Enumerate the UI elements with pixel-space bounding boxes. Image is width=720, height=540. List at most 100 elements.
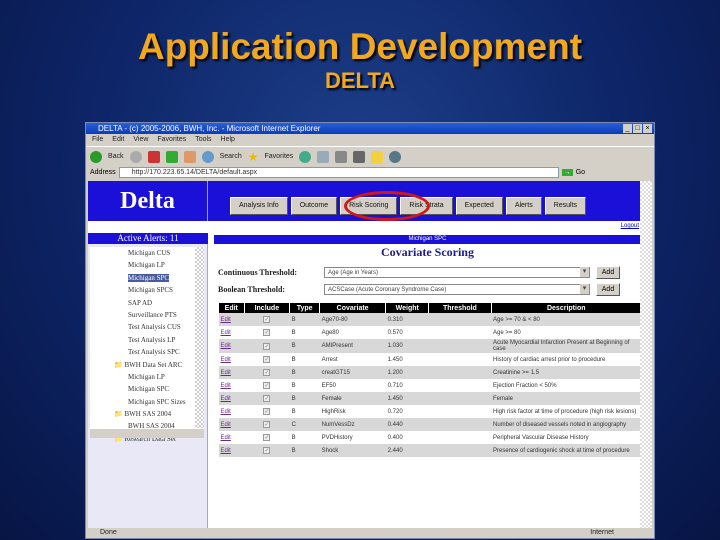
logout-link[interactable]: Logout bbox=[621, 223, 639, 229]
include-checkbox[interactable]: ✓ bbox=[263, 356, 271, 363]
tree-item[interactable]: Michigan SPC bbox=[90, 383, 204, 395]
edit-link[interactable]: Edit bbox=[219, 353, 245, 366]
address-input[interactable]: http://170.223.65.14/DELTA/default.aspx bbox=[118, 167, 559, 178]
maximize-button[interactable]: □ bbox=[633, 124, 642, 133]
tree-item[interactable]: Michigan LP bbox=[90, 371, 204, 383]
tree-horizontal-scrollbar[interactable] bbox=[90, 429, 204, 438]
weight-cell: 1.030 bbox=[385, 339, 429, 353]
add-continuous-button[interactable]: Add bbox=[596, 265, 620, 279]
close-button[interactable]: × bbox=[643, 124, 652, 133]
tree-item[interactable]: Test Analysis CUS bbox=[90, 321, 204, 333]
refresh-icon[interactable] bbox=[165, 150, 178, 163]
favorites-button[interactable]: Favorites bbox=[265, 153, 294, 160]
tab-analysis-info[interactable]: Analysis Info bbox=[230, 197, 288, 215]
weight-cell: 1.200 bbox=[385, 366, 429, 379]
tree-item[interactable]: Surveillance PTS bbox=[90, 309, 204, 321]
minimize-button[interactable]: _ bbox=[623, 124, 632, 133]
tree-item[interactable]: SAP AD bbox=[90, 297, 204, 309]
menu-item-edit[interactable]: Edit bbox=[112, 134, 124, 146]
menu-item-help[interactable]: Help bbox=[221, 134, 235, 146]
menu-item-tools[interactable]: Tools bbox=[195, 134, 211, 146]
include-checkbox[interactable]: ✓ bbox=[263, 447, 271, 454]
tree-item-label: Test Analysis LP bbox=[128, 335, 176, 344]
include-cell: ✓ bbox=[244, 366, 290, 379]
edit-link[interactable]: Edit bbox=[218, 313, 245, 326]
tab-alerts[interactable]: Alerts bbox=[505, 197, 542, 215]
active-alerts[interactable]: Active Alerts: 11 bbox=[88, 233, 208, 244]
menu-item-file[interactable]: File bbox=[92, 134, 103, 146]
edit-link[interactable]: Edit bbox=[218, 366, 245, 379]
tree-item-label: Michigan SPC bbox=[128, 273, 170, 282]
edit-link[interactable]: Edit bbox=[219, 405, 245, 418]
tree-item[interactable]: Test Analysis LP bbox=[90, 334, 204, 346]
type-cell: B bbox=[291, 408, 296, 415]
tree-item-label: Michigan SPCS bbox=[128, 286, 173, 295]
tree-item[interactable]: Michigan SPC bbox=[90, 272, 204, 284]
tree-item[interactable]: Michigan SPC Sizes bbox=[90, 396, 204, 408]
include-checkbox[interactable]: ✓ bbox=[263, 421, 271, 428]
include-checkbox[interactable]: ✓ bbox=[263, 342, 271, 350]
table-row: Edit ✓ B Female 1.450 Female bbox=[218, 392, 641, 405]
tree-item[interactable]: Michigan LP bbox=[90, 259, 204, 271]
edit-link[interactable]: Edit bbox=[219, 431, 245, 444]
messenger-icon[interactable] bbox=[389, 150, 402, 163]
include-checkbox[interactable]: ✓ bbox=[263, 382, 271, 389]
home-icon[interactable] bbox=[183, 150, 196, 163]
menu-item-favorites[interactable]: Favorites bbox=[157, 134, 186, 146]
boolean-threshold-select[interactable]: ACSCase (Acute Coronary Syndrome Case) bbox=[324, 283, 590, 295]
mail-icon[interactable] bbox=[317, 150, 330, 163]
media-icon[interactable] bbox=[299, 150, 312, 163]
back-button[interactable]: Back bbox=[108, 153, 124, 160]
tree-item-label: Michigan SPC Sizes bbox=[128, 397, 186, 406]
include-cell: ✓ bbox=[244, 405, 290, 418]
tree-item[interactable]: 📁 BWH SAS 2004 bbox=[90, 408, 204, 420]
tree-item[interactable]: 📁 BWH Data Set ARC bbox=[90, 359, 204, 371]
include-cell: ✓ bbox=[244, 431, 290, 444]
tab-results[interactable]: Results bbox=[544, 197, 587, 215]
include-checkbox[interactable]: ✓ bbox=[263, 369, 271, 376]
analysis-name: Michigan SPC bbox=[214, 235, 641, 244]
description-cell: History of cardiac arrest prior to proce… bbox=[493, 356, 606, 363]
edit-link[interactable]: Edit bbox=[218, 392, 245, 405]
tree-vertical-scrollbar[interactable] bbox=[195, 247, 204, 428]
forward-icon[interactable] bbox=[129, 150, 142, 163]
include-checkbox[interactable]: ✓ bbox=[263, 329, 271, 336]
edit-link[interactable]: Edit bbox=[219, 379, 245, 392]
tree-item[interactable]: Michigan SPCS bbox=[90, 284, 204, 296]
back-icon[interactable] bbox=[90, 150, 102, 163]
include-checkbox[interactable]: ✓ bbox=[263, 316, 271, 323]
tab-outcome[interactable]: Outcome bbox=[290, 197, 338, 215]
include-checkbox[interactable]: ✓ bbox=[263, 434, 271, 441]
edit-icon[interactable] bbox=[353, 150, 366, 163]
edit-link[interactable]: Edit bbox=[219, 326, 245, 339]
print-icon[interactable] bbox=[335, 150, 348, 163]
tree-item-label: BWH Data Set ARC bbox=[124, 360, 183, 369]
threshold-cell bbox=[429, 379, 491, 392]
tree-item-label: Surveillance PTS bbox=[128, 310, 177, 319]
tree-item[interactable]: Test Analysis SPC bbox=[90, 346, 204, 358]
stop-icon[interactable] bbox=[147, 150, 160, 163]
add-boolean-button[interactable]: Add bbox=[596, 282, 620, 296]
toolbar: Back Search ★ Favorites bbox=[86, 146, 654, 166]
go-icon[interactable]: → bbox=[561, 169, 573, 176]
menu-item-view[interactable]: View bbox=[133, 134, 148, 146]
folder-icon[interactable] bbox=[371, 150, 384, 163]
edit-link[interactable]: Edit bbox=[218, 418, 245, 431]
type-cell: B bbox=[289, 313, 320, 326]
go-button[interactable]: Go bbox=[576, 169, 585, 176]
edit-link[interactable]: Edit bbox=[218, 339, 245, 353]
covariate-cell: EF50 bbox=[321, 382, 336, 389]
continuous-threshold-select[interactable]: Age (Age in Years) bbox=[324, 266, 590, 278]
page-vertical-scrollbar[interactable] bbox=[640, 181, 652, 528]
address-label: Address bbox=[90, 169, 116, 176]
menu-bar: File Edit View Favorites Tools Help bbox=[86, 134, 654, 146]
tab-expected[interactable]: Expected bbox=[455, 197, 503, 215]
search-icon[interactable] bbox=[201, 150, 214, 163]
tree-item[interactable]: Michigan CUS bbox=[90, 247, 204, 259]
edit-link[interactable]: Edit bbox=[218, 444, 245, 457]
include-checkbox[interactable]: ✓ bbox=[263, 408, 271, 415]
threshold-cell bbox=[428, 313, 491, 326]
search-button[interactable]: Search bbox=[220, 153, 242, 160]
favorites-icon[interactable]: ★ bbox=[248, 150, 259, 164]
include-checkbox[interactable]: ✓ bbox=[263, 395, 271, 402]
